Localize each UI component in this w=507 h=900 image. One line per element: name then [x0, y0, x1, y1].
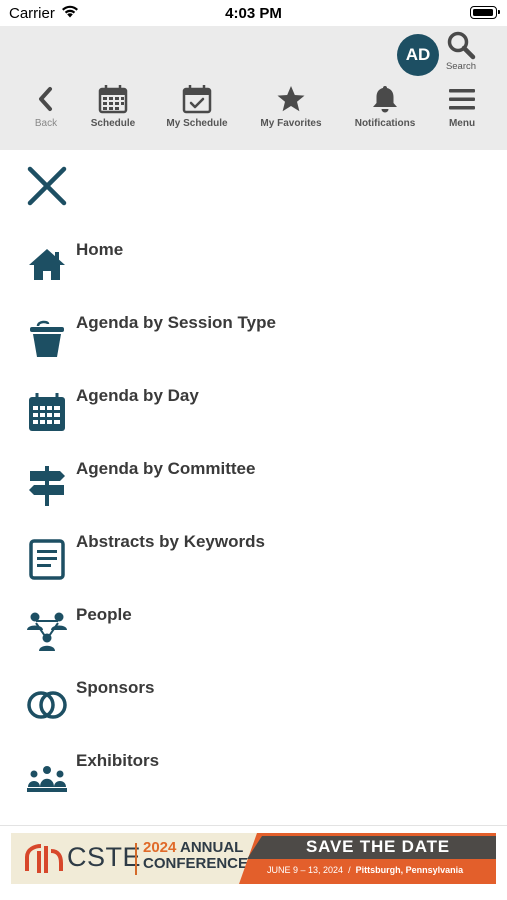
cste-logo-icon [25, 844, 63, 873]
menu-item-label: Sponsors [76, 678, 155, 697]
banner-divider [135, 843, 137, 875]
banner-date-location: JUNE 9 – 13, 2024 / Pittsburgh, Pennsylv… [267, 865, 463, 875]
banner-location: Pittsburgh, Pennsylvania [355, 865, 464, 875]
exhibitors-icon [27, 766, 67, 792]
calendar-icon [98, 85, 128, 114]
chevron-left-icon [39, 87, 52, 111]
menu-label: Menu [448, 118, 476, 129]
signpost-icon [29, 466, 65, 506]
banner-dates: JUNE 9 – 13, 2024 [267, 865, 344, 875]
user-avatar[interactable]: AD [397, 34, 439, 76]
menu-item-abstracts-by-keywords[interactable]: Abstracts by Keywords [26, 532, 486, 582]
notifications-button[interactable]: Notifications [349, 84, 421, 144]
menu-item-label: People [76, 605, 132, 624]
save-the-date-text: SAVE THE DATE [306, 837, 450, 856]
menu-item-agenda-by-committee[interactable]: Agenda by Committee [26, 459, 486, 509]
banner-brand: CSTE [67, 842, 142, 872]
menu-item-people[interactable]: People [26, 605, 486, 655]
search-label: Search [445, 61, 477, 72]
banner-year: 2024 [143, 839, 177, 856]
my-schedule-label: My Schedule [166, 118, 228, 129]
calendar-check-icon [182, 85, 212, 114]
banner-annual: ANNUAL [180, 839, 244, 856]
schedule-button[interactable]: Schedule [83, 84, 143, 144]
footer: CSTE 2024 ANNUAL CONFERENCE SAVE THE DAT… [0, 825, 507, 900]
my-favorites-button[interactable]: My Favorites [255, 84, 327, 144]
menu-item-home[interactable]: Home [26, 240, 486, 290]
interlocking-circles-icon [27, 691, 67, 719]
star-icon [277, 86, 305, 112]
hamburger-icon [449, 89, 475, 110]
menu-item-label: Exhibitors [76, 751, 160, 770]
status-bar: Carrier 4:03 PM [0, 0, 507, 26]
back-button[interactable]: Back [26, 84, 66, 144]
bucket-icon [30, 320, 64, 357]
back-label: Back [34, 118, 58, 129]
battery-icon [470, 6, 500, 19]
notifications-label: Notifications [354, 118, 416, 129]
menu-item-label: Agenda by Committee [76, 459, 256, 478]
bell-icon [373, 86, 397, 113]
my-schedule-button[interactable]: My Schedule [162, 84, 232, 144]
toolbar: Back Schedule My Schedule My Favorites N… [0, 84, 507, 144]
document-icon [29, 539, 65, 580]
search-button[interactable]: Search [440, 30, 482, 76]
banner-slash: / [348, 865, 351, 875]
menu-item-agenda-by-session-type[interactable]: Agenda by Session Type [26, 313, 486, 363]
app-header: AD Search Back Schedule My Schedule My F… [0, 26, 507, 150]
close-icon [27, 166, 67, 206]
menu-item-label: Agenda by Day [76, 386, 199, 405]
menu-item-exhibitors[interactable]: Exhibitors [26, 751, 486, 801]
calendar-icon [29, 393, 65, 431]
clock: 4:03 PM [225, 5, 282, 22]
menu-item-label: Agenda by Session Type [76, 313, 276, 332]
menu-item-label: Abstracts by Keywords [76, 532, 265, 551]
home-icon [29, 249, 65, 280]
banner-conference: CONFERENCE [143, 855, 249, 872]
conference-banner[interactable]: CSTE 2024 ANNUAL CONFERENCE SAVE THE DAT… [11, 833, 496, 884]
people-icon [27, 612, 67, 651]
menu-item-agenda-by-day[interactable]: Agenda by Day [26, 386, 486, 436]
menu-item-sponsors[interactable]: Sponsors [26, 678, 486, 728]
banner-conference-title: 2024 ANNUAL CONFERENCE [143, 840, 248, 872]
schedule-label: Schedule [90, 118, 136, 129]
save-the-date-bar: SAVE THE DATE [247, 836, 496, 859]
side-menu: Home Agenda by Session Type Agenda by Da… [0, 150, 507, 825]
my-favorites-label: My Favorites [260, 118, 322, 129]
menu-button[interactable]: Menu [441, 84, 483, 144]
search-icon [447, 31, 476, 60]
close-menu-button[interactable] [26, 165, 68, 207]
menu-item-label: Home [76, 240, 124, 259]
